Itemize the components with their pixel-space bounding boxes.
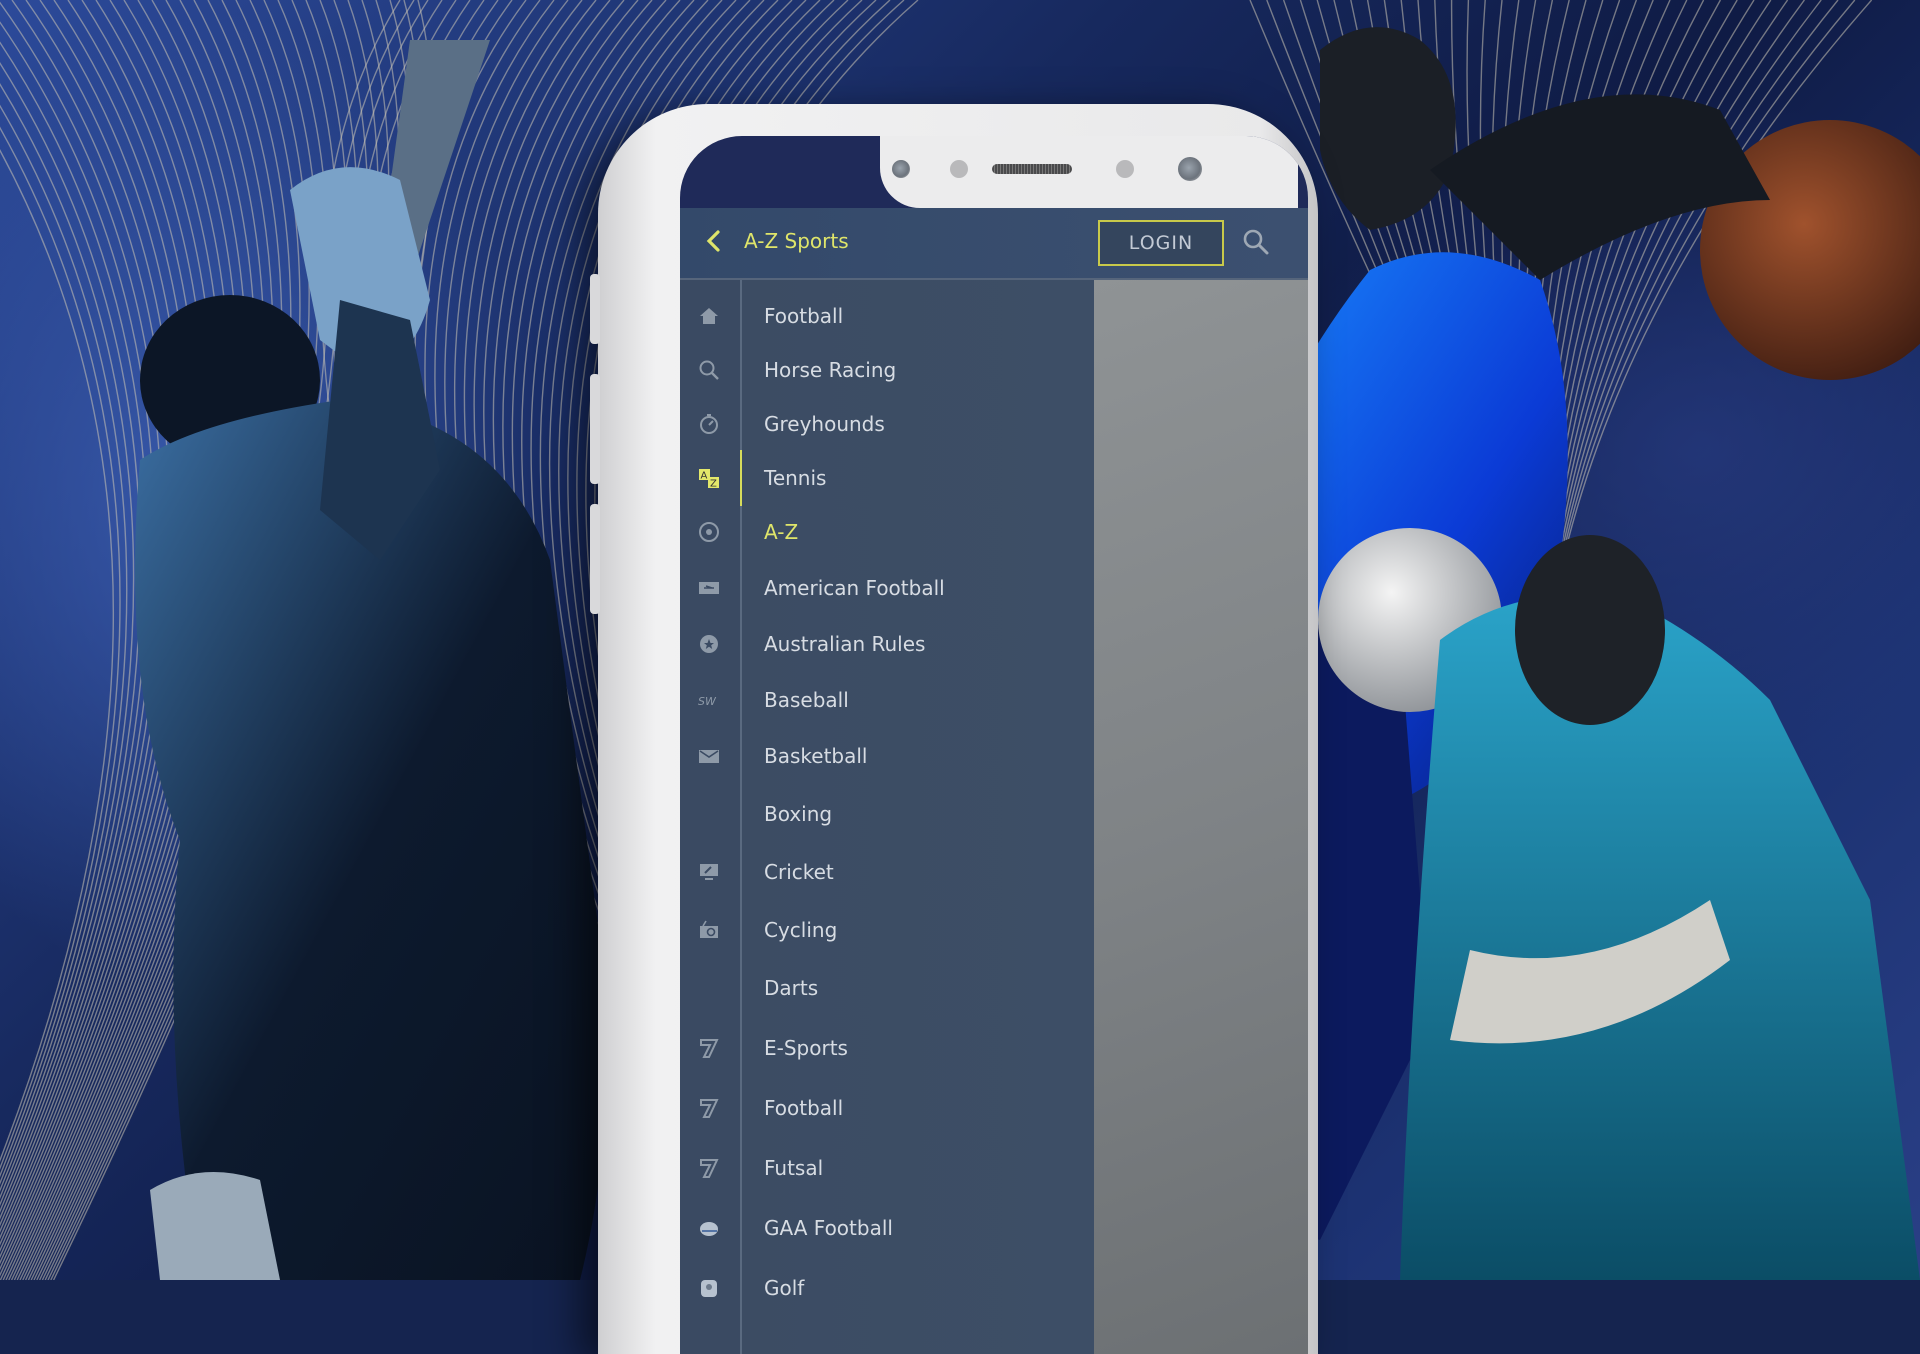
- menu-item-label: Horse Racing: [764, 358, 897, 382]
- menu-item-label: American Football: [764, 576, 945, 600]
- menu-item[interactable]: Football: [742, 1082, 1094, 1134]
- menu-item-label: Greyhounds: [764, 412, 885, 436]
- badge-star-icon: [700, 635, 718, 653]
- sidebar-icon-ticket[interactable]: [694, 573, 724, 603]
- sensor: [950, 160, 968, 178]
- svg-text:SW: SW: [698, 695, 717, 708]
- menu-item[interactable]: Australian Rules: [742, 618, 1094, 670]
- sidebar-icon-empty[interactable]: [694, 799, 724, 829]
- menu-item[interactable]: Football: [742, 290, 1094, 342]
- login-button[interactable]: LOGIN: [1098, 220, 1224, 266]
- sidebar-icon-seven[interactable]: [694, 1153, 724, 1183]
- sidebar-icon-stopwatch[interactable]: [694, 409, 724, 439]
- sidebar-icon-empty[interactable]: [694, 973, 724, 1003]
- menu-item-label: Australian Rules: [764, 632, 926, 656]
- az-icon: AZ: [699, 469, 719, 490]
- menu-item-label: Baseball: [764, 688, 849, 712]
- menu-item[interactable]: Golf: [742, 1262, 1094, 1314]
- phone-volume-button: [590, 274, 600, 344]
- sidebar-icon-envelope[interactable]: [694, 741, 724, 771]
- sidebar-icon-search[interactable]: [694, 355, 724, 385]
- menu-item-label: Cricket: [764, 860, 834, 884]
- menu-item-label: Cycling: [764, 918, 838, 942]
- dimmed-content-overlay[interactable]: [1094, 280, 1308, 1354]
- menu-item-label: GAA Football: [764, 1216, 893, 1240]
- monitor-icon: [700, 864, 718, 880]
- page-title: A-Z Sports: [744, 229, 849, 253]
- menu-item-label: Darts: [764, 976, 819, 1000]
- stopwatch-icon: [700, 414, 718, 434]
- menu-item[interactable]: Tennis: [742, 452, 1094, 504]
- menu-item-label: Basketball: [764, 744, 868, 768]
- menu-item-label: Tennis: [764, 466, 827, 490]
- sidebar-icon-helmet[interactable]: [694, 1213, 724, 1243]
- sports-menu: Football Horse Racing Greyhounds Tennis A-Z A…: [742, 280, 1094, 1354]
- menu-item[interactable]: Horse Racing: [742, 344, 1094, 396]
- svg-text:A: A: [701, 471, 708, 482]
- radio-icon: [700, 920, 718, 938]
- front-camera: [892, 160, 910, 178]
- search-icon: [1243, 229, 1269, 255]
- back-button[interactable]: [702, 226, 726, 256]
- sportsbook-app: A-Z Sports LOGIN A Z SW Football Horse Raci…: [680, 208, 1308, 1354]
- phone-frame: A-Z Sports LOGIN A Z SW Football Horse Raci…: [590, 104, 1318, 1354]
- sidebar-icon-signature[interactable]: SW: [694, 685, 724, 715]
- search-icon: [699, 360, 719, 380]
- sensor: [1116, 160, 1134, 178]
- menu-item[interactable]: GAA Football: [742, 1202, 1094, 1254]
- sidebar-icon-badge-star[interactable]: [694, 629, 724, 659]
- sidebar-icon-seven[interactable]: [694, 1033, 724, 1063]
- svg-text:Z: Z: [710, 479, 717, 490]
- menu-item[interactable]: Futsal: [742, 1142, 1094, 1194]
- sidebar-icon-rail: A Z SW: [680, 280, 743, 1354]
- soccer-ball-icon: [699, 522, 719, 542]
- menu-item[interactable]: Basketball: [742, 730, 1094, 782]
- menu-item[interactable]: Greyhounds: [742, 398, 1094, 450]
- sidebar-icon-az[interactable]: AZ: [694, 463, 724, 493]
- sidebar-icon-monitor[interactable]: [694, 857, 724, 887]
- chevron-left-icon: [706, 230, 720, 252]
- search-button[interactable]: [1242, 228, 1270, 256]
- menu-item-label: E-Sports: [764, 1036, 848, 1060]
- menu-item[interactable]: Boxing: [742, 788, 1094, 840]
- menu-item[interactable]: Baseball: [742, 674, 1094, 726]
- earpiece-speaker: [992, 164, 1072, 174]
- sidebar-icon-seven[interactable]: [694, 1093, 724, 1123]
- menu-item-label: Football: [764, 304, 844, 328]
- menu-item[interactable]: American Football: [742, 562, 1094, 614]
- phone-screen: A-Z Sports LOGIN A Z SW Football Horse Raci…: [680, 136, 1308, 1354]
- helmet-icon: [700, 1222, 718, 1236]
- phone-notch: [880, 136, 1298, 208]
- seven-icon: [700, 1159, 719, 1178]
- menu-item-label: Futsal: [764, 1156, 824, 1180]
- seven-icon: [700, 1099, 719, 1118]
- phone-volume-button: [590, 374, 600, 484]
- menu-item-label: Boxing: [764, 802, 833, 826]
- seven-icon: [700, 1039, 719, 1058]
- menu-item[interactable]: A-Z: [742, 506, 1094, 558]
- sidebar-icon-home[interactable]: [694, 301, 724, 331]
- sidebar-icon-soccer-ball[interactable]: [694, 517, 724, 547]
- home-icon: [700, 308, 718, 324]
- envelope-icon: [699, 750, 719, 763]
- sidebar-icon-radio[interactable]: [694, 915, 724, 945]
- signature-icon: SW: [698, 695, 717, 708]
- menu-item-label: Football: [764, 1096, 844, 1120]
- ticket-icon: [699, 582, 719, 594]
- menu-item-label: A-Z: [764, 520, 799, 544]
- menu-item[interactable]: Cycling: [742, 904, 1094, 956]
- menu-item[interactable]: Cricket: [742, 846, 1094, 898]
- app-header: A-Z Sports LOGIN: [680, 208, 1308, 280]
- cricketer-silhouette: [135, 40, 607, 1280]
- face-sensor: [1178, 157, 1202, 181]
- sidebar-icon-golf[interactable]: [694, 1273, 724, 1303]
- phone-power-button: [590, 504, 600, 614]
- menu-item[interactable]: E-Sports: [742, 1022, 1094, 1074]
- menu-item[interactable]: Darts: [742, 962, 1094, 1014]
